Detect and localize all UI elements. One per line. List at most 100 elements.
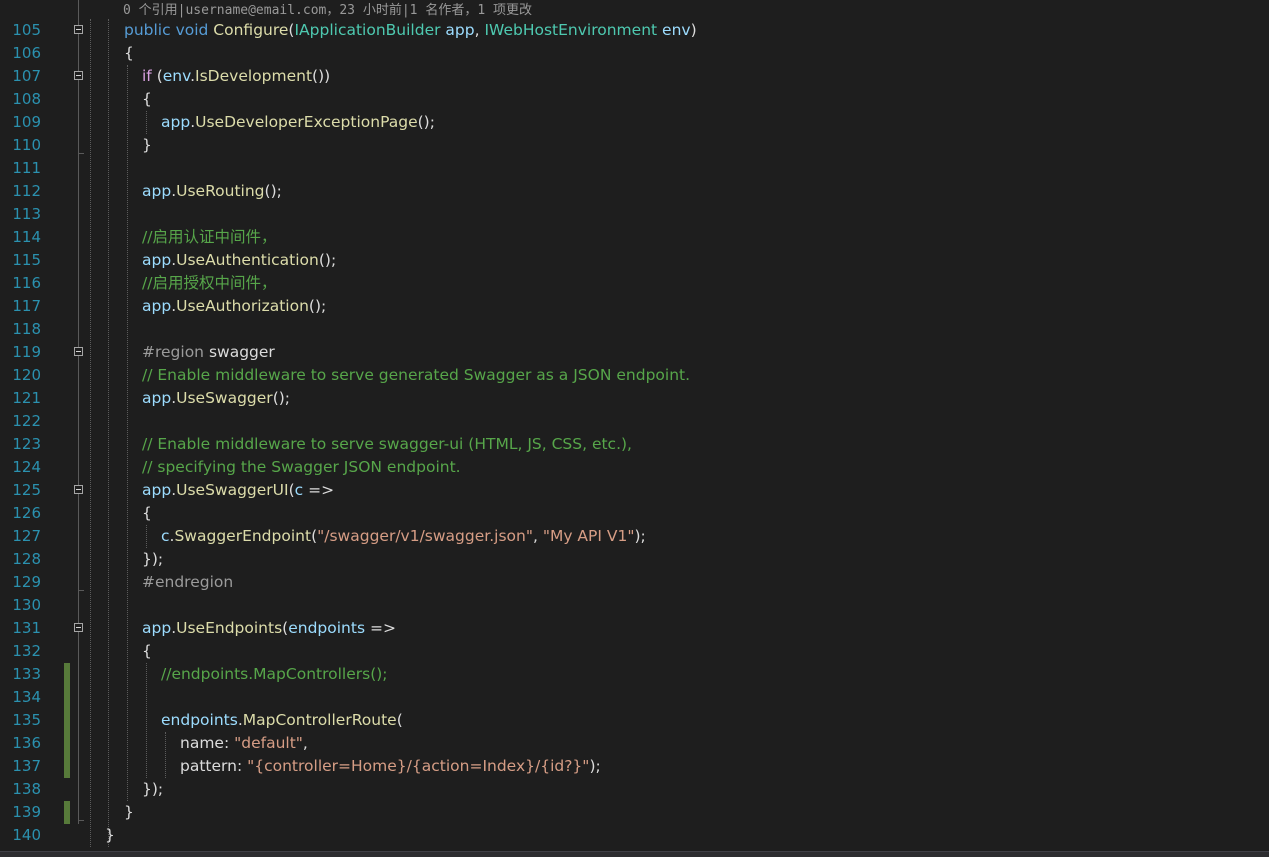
code-token: swagger xyxy=(208,343,275,361)
code-line[interactable]: 120 // Enable middleware to serve generat… xyxy=(0,364,1269,387)
code-text: //endpoints.MapControllers(); xyxy=(161,663,388,686)
code-text: pattern: "{controller=Home}/{action=Inde… xyxy=(180,755,601,778)
collapse-icon[interactable] xyxy=(74,347,83,356)
code-text: app.UseEndpoints(endpoints => xyxy=(142,617,396,640)
collapse-icon[interactable] xyxy=(74,71,83,80)
code-editor[interactable]: 0 个引用|username@email.com，23 小时前|1 名作者，1 … xyxy=(0,0,1269,851)
code-token: "default" xyxy=(234,734,303,752)
change-indicator xyxy=(64,732,70,755)
code-token: (); xyxy=(417,113,435,131)
line-number: 130 xyxy=(12,596,41,614)
code-token: app xyxy=(142,619,172,637)
code-token: , xyxy=(474,21,485,39)
line-number: 113 xyxy=(12,205,41,223)
code-line[interactable]: 117 app.UseAuthorization(); xyxy=(0,295,1269,318)
line-number: 106 xyxy=(12,44,41,62)
line-number: 125 xyxy=(12,481,41,499)
code-line[interactable]: 138}); xyxy=(0,778,1269,801)
code-line[interactable]: 106 { xyxy=(0,42,1269,65)
code-line[interactable]: 125 app.UseSwaggerUI(c => xyxy=(0,479,1269,502)
code-line[interactable]: 107 if (env.IsDevelopment()) xyxy=(0,65,1269,88)
code-line[interactable]: 126 { xyxy=(0,502,1269,525)
code-line[interactable]: 128}); xyxy=(0,548,1269,571)
code-line[interactable]: 137 pattern: "{controller=Home}/{action=I… xyxy=(0,755,1269,778)
code-text: app.UseDeveloperExceptionPage(); xyxy=(161,111,435,134)
code-token: SwaggerEndpoint xyxy=(174,527,312,545)
code-token: ( xyxy=(396,711,403,729)
line-number: 129 xyxy=(12,573,41,591)
line-number: 136 xyxy=(12,734,41,752)
code-text: name: "default", xyxy=(180,732,308,755)
code-text: { xyxy=(142,88,152,111)
code-line[interactable]: 113 xyxy=(0,203,1269,226)
code-line[interactable]: 136 name: "default", xyxy=(0,732,1269,755)
line-number: 128 xyxy=(12,550,41,568)
code-token: // specifying the Swagger JSON endpoint. xyxy=(142,458,461,476)
code-token: { xyxy=(142,90,152,108)
code-line[interactable]: 132 { xyxy=(0,640,1269,663)
code-line[interactable]: 115 app.UseAuthentication(); xyxy=(0,249,1269,272)
change-indicator xyxy=(64,709,70,732)
code-token: IApplicationBuilder xyxy=(294,21,441,39)
code-line[interactable]: 121 app.UseSwagger(); xyxy=(0,387,1269,410)
code-line[interactable]: 118 xyxy=(0,318,1269,341)
code-line[interactable]: 124 // specifying the Swagger JSON endpoi… xyxy=(0,456,1269,479)
code-token: //启用授权中间件， xyxy=(142,274,277,292)
collapse-icon[interactable] xyxy=(74,485,83,494)
line-number: 110 xyxy=(12,136,41,154)
code-line[interactable]: 140} xyxy=(0,824,1269,847)
code-line[interactable]: 129 #endregion xyxy=(0,571,1269,594)
line-number: 115 xyxy=(12,251,41,269)
line-number: 124 xyxy=(12,458,41,476)
code-text: app.UseRouting(); xyxy=(142,180,282,203)
code-line[interactable]: 134 xyxy=(0,686,1269,709)
code-text: // specifying the Swagger JSON endpoint. xyxy=(142,456,461,479)
code-token: { xyxy=(142,642,152,660)
code-token: env xyxy=(662,21,691,39)
code-token: c xyxy=(294,481,304,499)
line-number: 120 xyxy=(12,366,41,384)
code-line[interactable]: 135 endpoints.MapControllerRoute( xyxy=(0,709,1269,732)
code-text: }); xyxy=(142,778,163,801)
line-number: 134 xyxy=(12,688,41,706)
code-line[interactable]: 133 //endpoints.MapControllers(); xyxy=(0,663,1269,686)
code-token: app xyxy=(161,113,191,131)
code-line[interactable]: 127 c.SwaggerEndpoint("/swagger/v1/swagge… xyxy=(0,525,1269,548)
code-token: ); xyxy=(634,527,646,545)
collapse-icon[interactable] xyxy=(74,25,83,34)
code-line[interactable]: 114 //启用认证中间件， xyxy=(0,226,1269,249)
code-line[interactable]: 139} xyxy=(0,801,1269,824)
line-number: 122 xyxy=(12,412,41,430)
code-line[interactable]: 122 xyxy=(0,410,1269,433)
code-line[interactable]: 105 public void Configure(IApplicationBui… xyxy=(0,19,1269,42)
line-number: 123 xyxy=(12,435,41,453)
code-line[interactable]: 108 { xyxy=(0,88,1269,111)
code-token: , xyxy=(302,734,308,752)
code-token: if xyxy=(142,67,152,85)
code-line[interactable]: 110} xyxy=(0,134,1269,157)
code-line[interactable]: 116 //启用授权中间件， xyxy=(0,272,1269,295)
line-number: 133 xyxy=(12,665,41,683)
code-text: endpoints.MapControllerRoute( xyxy=(161,709,403,732)
code-line[interactable]: 111 xyxy=(0,157,1269,180)
status-bar xyxy=(0,851,1269,857)
code-token: public void xyxy=(124,21,214,39)
change-indicator xyxy=(64,663,70,686)
line-number: 140 xyxy=(12,826,41,844)
code-line[interactable]: 131 app.UseEndpoints(endpoints => xyxy=(0,617,1269,640)
code-line[interactable]: 119 #region swagger xyxy=(0,341,1269,364)
code-token: IWebHostEnvironment xyxy=(484,21,658,39)
collapse-icon[interactable] xyxy=(74,623,83,632)
code-line[interactable]: 112 app.UseRouting(); xyxy=(0,180,1269,203)
code-text: //启用认证中间件， xyxy=(142,226,276,249)
code-line[interactable]: 130 xyxy=(0,594,1269,617)
code-token: (); xyxy=(264,182,282,200)
code-token: UseEndpoints xyxy=(176,619,283,637)
line-number: 131 xyxy=(12,619,41,637)
code-text: c.SwaggerEndpoint("/swagger/v1/swagger.j… xyxy=(161,525,646,548)
code-text: #endregion xyxy=(142,571,233,594)
codelens-info[interactable]: 0 个引用|username@email.com，23 小时前|1 名作者，1 … xyxy=(123,2,532,20)
code-line[interactable]: 109 app.UseDeveloperExceptionPage(); xyxy=(0,111,1269,134)
code-line[interactable]: 123 // Enable middleware to serve swagger… xyxy=(0,433,1269,456)
line-number: 126 xyxy=(12,504,41,522)
